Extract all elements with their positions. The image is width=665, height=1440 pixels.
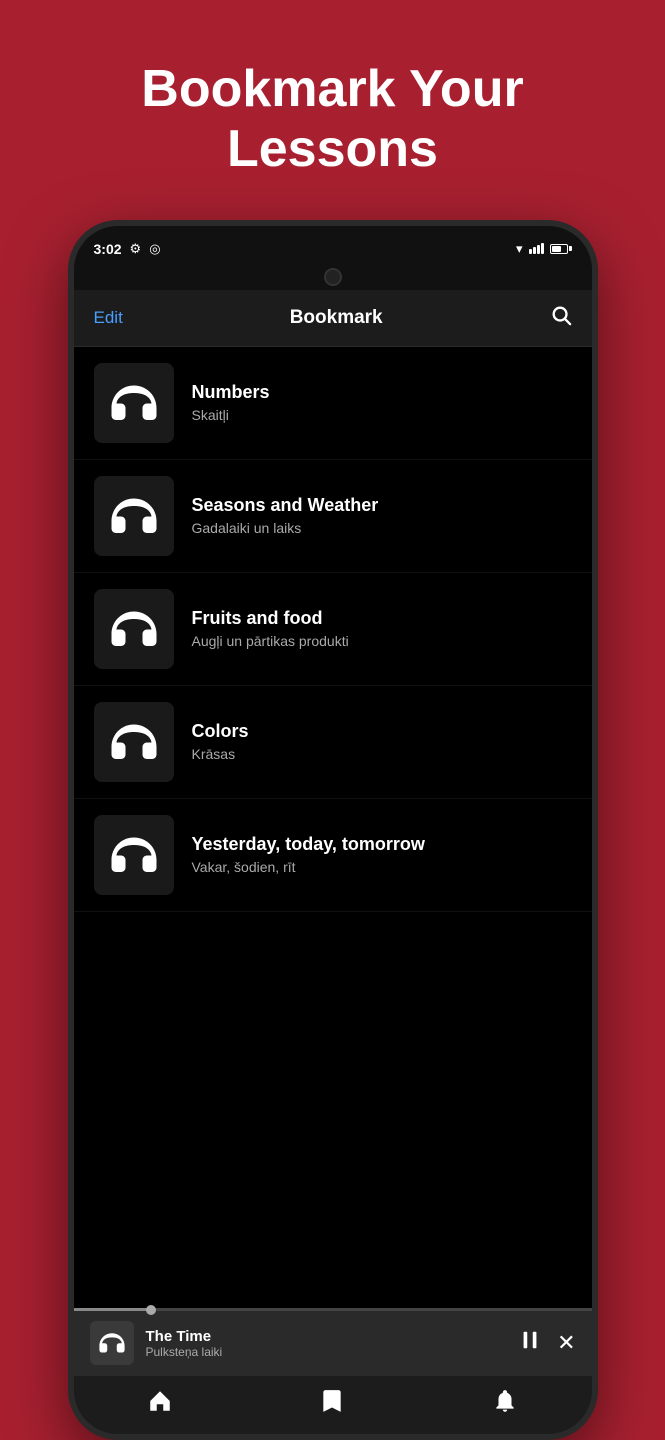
now-playing-text: The Time Pulksteņa laiki — [146, 1328, 508, 1359]
lesson-text: Fruits and food Augļi un pārtikas produk… — [192, 608, 349, 649]
now-playing-icon-box — [90, 1321, 134, 1365]
search-button[interactable] — [550, 304, 572, 332]
notch — [74, 268, 592, 290]
lesson-text: Yesterday, today, tomorrow Vakar, šodien… — [192, 834, 425, 875]
lesson-subtitle: Skaitļi — [192, 407, 270, 423]
bottom-nav — [74, 1375, 592, 1434]
pause-button[interactable] — [519, 1329, 541, 1357]
wifi-icon: ▾ — [516, 241, 523, 257]
lesson-text: Colors Krāsas — [192, 721, 249, 762]
lesson-text: Numbers Skaitļi — [192, 382, 270, 423]
lesson-title: Yesterday, today, tomorrow — [192, 834, 425, 855]
playback-controls: ✕ — [519, 1329, 575, 1357]
lesson-icon-box — [94, 363, 174, 443]
lesson-item[interactable]: Seasons and Weather Gadalaiki un laiks — [74, 460, 592, 573]
gear-icon — [130, 240, 142, 258]
progress-track[interactable] — [74, 1308, 592, 1311]
app-bar: Edit Bookmark — [74, 290, 592, 347]
lesson-item[interactable]: Colors Krāsas — [74, 686, 592, 799]
lesson-title: Seasons and Weather — [192, 495, 379, 516]
lesson-subtitle: Gadalaiki un laiks — [192, 520, 379, 536]
lesson-subtitle: Augļi un pārtikas produkti — [192, 633, 349, 649]
status-time: 3:02 — [94, 241, 122, 257]
lesson-title: Colors — [192, 721, 249, 742]
edit-button[interactable]: Edit — [94, 308, 123, 328]
location-icon — [149, 240, 160, 258]
lesson-item[interactable]: Fruits and food Augļi un pārtikas produk… — [74, 573, 592, 686]
lesson-icon-box — [94, 702, 174, 782]
lesson-item[interactable]: Numbers Skaitļi — [74, 347, 592, 460]
nav-item-bookmark[interactable] — [319, 1388, 345, 1414]
lesson-icon-box — [94, 589, 174, 669]
lesson-item[interactable]: Yesterday, today, tomorrow Vakar, šodien… — [74, 799, 592, 912]
progress-fill — [74, 1308, 152, 1311]
lesson-title: Numbers — [192, 382, 270, 403]
lesson-list: Numbers Skaitļi Seasons and Weather Gada… — [74, 347, 592, 1308]
battery-icon — [550, 244, 572, 254]
lesson-title: Fruits and food — [192, 608, 349, 629]
lesson-subtitle: Krāsas — [192, 746, 249, 762]
lesson-icon-box — [94, 815, 174, 895]
lesson-subtitle: Vakar, šodien, rīt — [192, 859, 425, 875]
now-playing-bar: The Time Pulksteņa laiki ✕ — [74, 1308, 592, 1375]
lesson-text: Seasons and Weather Gadalaiki un laiks — [192, 495, 379, 536]
lesson-icon-box — [94, 476, 174, 556]
progress-dot — [146, 1305, 156, 1315]
phone-device: 3:02 ▾ Edit — [68, 220, 598, 1440]
app-bar-title: Bookmark — [290, 307, 383, 329]
nav-item-notifications[interactable] — [492, 1388, 518, 1414]
page-title: Bookmark Your Lessons — [40, 60, 625, 180]
nav-item-home[interactable] — [147, 1388, 173, 1414]
status-bar: 3:02 ▾ — [74, 226, 592, 268]
page-header: Bookmark Your Lessons — [0, 0, 665, 220]
now-playing-subtitle: Pulksteņa laiki — [146, 1345, 508, 1359]
now-playing-title: The Time — [146, 1328, 508, 1345]
signal-icon — [529, 243, 544, 254]
camera — [324, 268, 342, 286]
close-button[interactable]: ✕ — [557, 1332, 575, 1354]
